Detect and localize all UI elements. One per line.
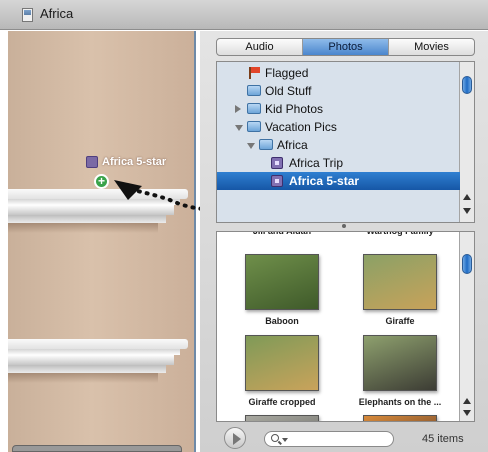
album-source-list: Flagged Old Stuff Kid Photos Vacation Pics A… — [216, 61, 475, 223]
browser-footer: 45 items — [200, 423, 488, 452]
scroll-up-arrow[interactable] — [463, 194, 471, 200]
source-item-label: Vacation Pics — [265, 120, 337, 134]
folder-icon — [247, 85, 261, 96]
album-icon — [86, 156, 98, 168]
media-browser-panel: Audio Photos Movies Flagged Old Stuff Kid … — [200, 31, 488, 452]
source-item-kid-photos[interactable]: Kid Photos — [217, 100, 460, 118]
photo-thumbnail[interactable]: Jill and Aidan — [223, 231, 341, 236]
pane-splitter[interactable] — [216, 224, 475, 229]
scroll-down-arrow[interactable] — [463, 208, 471, 214]
album-icon — [271, 157, 283, 169]
photo-image[interactable] — [245, 415, 319, 421]
photo-image[interactable] — [245, 254, 319, 310]
photo-caption: Baboon — [265, 316, 299, 326]
media-type-tabs: Audio Photos Movies — [216, 38, 475, 56]
photo-thumbnail[interactable] — [341, 415, 459, 421]
album-icon — [271, 175, 283, 187]
disclosure-down-icon[interactable] — [247, 143, 255, 149]
source-item-africa-trip[interactable]: Africa Trip — [217, 154, 460, 172]
source-item-old-stuff[interactable]: Old Stuff — [217, 82, 460, 100]
window-title: Africa — [40, 6, 74, 21]
photo-caption: Elephants on the ... — [358, 397, 442, 407]
source-item-label: Kid Photos — [265, 102, 324, 116]
flag-icon — [247, 67, 261, 79]
photo-thumbnail[interactable]: Baboon — [223, 254, 341, 326]
tab-photos[interactable]: Photos — [303, 39, 389, 55]
photo-thumbnail[interactable]: Giraffe cropped — [223, 335, 341, 407]
drag-ghost-label: Africa 5-star — [102, 156, 167, 168]
source-item-africa-5-star[interactable]: Africa 5-star — [217, 172, 460, 190]
source-item-label: Africa Trip — [289, 156, 344, 170]
search-icon[interactable] — [271, 434, 279, 442]
copy-plus-badge: + — [94, 174, 109, 189]
item-count: 45 items — [422, 433, 464, 445]
drag-ghost: Africa 5-star — [86, 156, 166, 168]
photo-image[interactable] — [363, 254, 437, 310]
document-icon — [22, 8, 33, 22]
search-menu-chevron-icon[interactable] — [282, 438, 288, 442]
photo-caption: Giraffe cropped — [248, 397, 316, 407]
play-slideshow-button[interactable] — [224, 427, 246, 449]
source-item-flagged[interactable]: Flagged — [217, 64, 460, 82]
scroll-thumb[interactable] — [462, 254, 472, 274]
scroll-thumb[interactable] — [462, 76, 472, 94]
source-item-vacation-pics[interactable]: Vacation Pics — [217, 118, 460, 136]
photo-grid-scrollbar[interactable] — [459, 232, 474, 421]
photo-image[interactable] — [245, 335, 319, 391]
page-canvas[interactable] — [8, 31, 196, 452]
photo-caption: Jill and Aidan — [252, 231, 312, 236]
disclosure-down-icon[interactable] — [235, 125, 243, 131]
source-list-scrollbar[interactable] — [459, 62, 474, 222]
source-item-africa[interactable]: Africa — [217, 136, 460, 154]
photo-thumbnail[interactable]: Giraffe — [341, 254, 459, 326]
scroll-up-arrow[interactable] — [463, 398, 471, 404]
search-input[interactable] — [291, 433, 389, 445]
photo-search-field[interactable] — [264, 431, 394, 447]
source-item-label: Flagged — [265, 66, 309, 80]
shelf-upper — [8, 189, 188, 233]
photo-image[interactable] — [363, 415, 437, 421]
folder-icon — [247, 103, 261, 114]
photo-thumbnail-grid: Jill and Aidan Warthog Family Baboon Giraff… — [216, 231, 475, 422]
canvas-scrollbar[interactable] — [12, 445, 182, 452]
scroll-down-arrow[interactable] — [463, 410, 471, 416]
photo-thumbnail[interactable]: Elephants on the ... — [341, 335, 459, 407]
tab-movies[interactable]: Movies — [389, 39, 474, 55]
folder-icon — [259, 139, 273, 150]
shelf-lower — [8, 339, 188, 383]
source-item-label: Africa — [277, 138, 308, 152]
photo-image[interactable] — [363, 335, 437, 391]
photo-thumbnail[interactable]: Warthog Family — [341, 231, 459, 236]
photo-caption: Giraffe — [385, 316, 415, 326]
source-item-label: Old Stuff — [265, 84, 312, 98]
source-item-label: Africa 5-star — [289, 174, 360, 188]
photo-caption: Warthog Family — [366, 231, 434, 236]
folder-icon — [247, 121, 261, 132]
disclosure-right-icon[interactable] — [235, 105, 241, 113]
photo-thumbnail[interactable] — [223, 415, 341, 421]
window-titlebar[interactable]: Africa — [0, 0, 488, 30]
tab-audio[interactable]: Audio — [217, 39, 303, 55]
